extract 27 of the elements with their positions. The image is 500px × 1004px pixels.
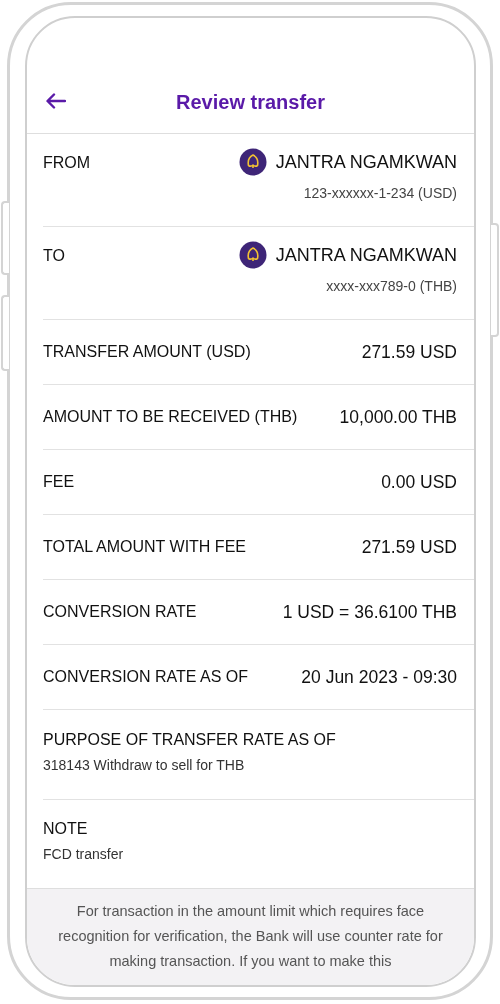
- field-label: FEE: [43, 473, 75, 491]
- field-value: FCD transfer: [43, 846, 125, 862]
- screen-title: Review transfer: [176, 91, 325, 114]
- field-label: CONVERSION RATE: [43, 603, 197, 621]
- field-value: 0.00 USD: [381, 471, 457, 493]
- field-label: NOTE: [43, 820, 89, 838]
- account-number: xxxx-xxx789-0 (THB): [326, 278, 457, 294]
- notice-text: For transaction in the amount limit which requires face recognition for verification, the Bank will use counter rate for making transaction. If you want to make this: [57, 902, 444, 971]
- field-label: FROM: [43, 154, 91, 172]
- field-label: PURPOSE OF TRANSFER RATE AS OF: [43, 730, 337, 749]
- account-holder-name: JANTRA NGAMKWAN: [275, 244, 457, 266]
- field-value: 318143 Withdraw to sell for THB: [43, 756, 246, 773]
- field-value: 20 Jun 2023 - 09:30: [301, 666, 457, 688]
- field-value: 271.59 USD: [361, 341, 457, 363]
- field-label: CONVERSION RATE AS OF: [43, 668, 249, 686]
- field-value: 271.59 USD: [361, 536, 457, 558]
- field-label: AMOUNT TO BE RECEIVED (THB): [43, 408, 298, 426]
- field-label: TOTAL AMOUNT WITH FEE: [43, 538, 246, 556]
- bank-logo-icon: [238, 148, 267, 176]
- back-arrow-icon[interactable]: [46, 93, 66, 109]
- account-number: 123-xxxxxx-1-234 (USD): [303, 185, 457, 201]
- field-value: 10,000.00 THB: [339, 406, 457, 428]
- account-holder-name: JANTRA NGAMKWAN: [275, 151, 457, 173]
- field-label: TO: [43, 247, 65, 265]
- field-value: 1 USD = 36.6100 THB: [282, 601, 457, 623]
- field-label: TRANSFER AMOUNT (USD): [43, 343, 251, 361]
- bank-logo-icon: [238, 241, 267, 269]
